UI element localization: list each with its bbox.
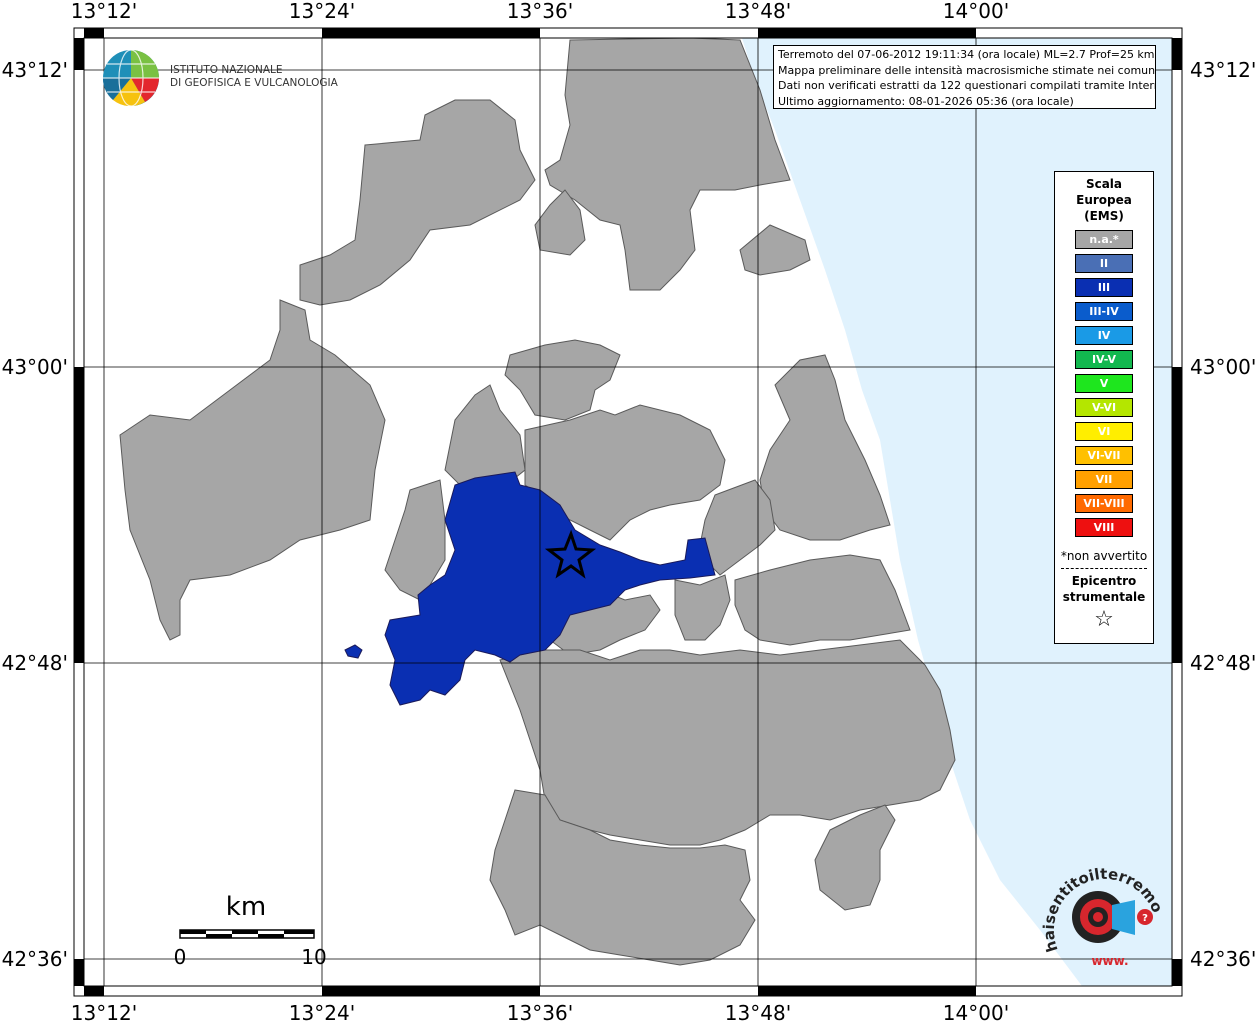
- legend-swatch: III: [1075, 278, 1133, 297]
- event-info-line: Terremoto del 07-06-2012 19:11:34 (ora l…: [778, 48, 1155, 61]
- legend-note: *non avvertito: [1060, 549, 1148, 563]
- lat-label: 43°00': [2, 355, 68, 379]
- scale-end: 10: [301, 945, 326, 969]
- lon-label: 13°24': [289, 1001, 355, 1024]
- legend-title: Scala Europea (EMS): [1076, 177, 1132, 223]
- lat-label: 42°36': [2, 947, 68, 971]
- lon-label: 13°24': [289, 0, 355, 23]
- legend-swatch: V: [1075, 374, 1133, 393]
- lat-label: 43°12': [1190, 58, 1256, 82]
- bottom-longitude-labels: 13°12' 13°24' 13°36' 13°48' 14°00': [71, 1001, 1009, 1024]
- legend-swatch: VIII: [1075, 518, 1133, 537]
- lat-label: 42°36': [1190, 947, 1256, 971]
- legend-swatch: VII-VIII: [1075, 494, 1133, 513]
- lon-label: 13°48': [725, 0, 791, 23]
- right-latitude-labels: 43°12' 43°00' 42°48' 42°36': [1190, 58, 1256, 971]
- municipality-region: [739, 224, 811, 276]
- scale-start: 0: [174, 945, 187, 969]
- lon-label: 13°36': [507, 0, 573, 23]
- legend-swatch: IV-V: [1075, 350, 1133, 369]
- legend-swatch: n.a.*: [1075, 230, 1133, 249]
- lon-label: 14°00': [943, 1001, 1009, 1024]
- legend-epicenter-title: Epicentro strumentale: [1062, 574, 1146, 604]
- municipality-region: [814, 804, 896, 911]
- municipality-region: [299, 99, 536, 306]
- scale-unit: km: [226, 892, 266, 922]
- legend-swatch: VII: [1075, 470, 1133, 489]
- epicenter-star-icon: ☆: [1094, 607, 1114, 632]
- svg-text:?: ?: [1142, 913, 1148, 924]
- lon-label: 13°12': [71, 0, 137, 23]
- lon-label: 13°12': [71, 1001, 137, 1024]
- intensity-III-region: [344, 644, 363, 659]
- legend-swatch: VI-VII: [1075, 446, 1133, 465]
- top-longitude-labels: 13°12' 13°24' 13°36' 13°48' 14°00': [71, 0, 1009, 23]
- lat-label: 43°12': [2, 58, 68, 82]
- lon-label: 14°00': [943, 0, 1009, 23]
- event-info-line: Ultimo aggiornamento: 08-01-2026 05:36 (…: [778, 94, 1074, 108]
- legend-swatch: VI: [1075, 422, 1133, 441]
- logo-url-text: www.: [1091, 954, 1128, 968]
- municipality-region: [119, 299, 386, 641]
- lon-label: 13°48': [725, 1001, 791, 1024]
- legend-swatch: II: [1075, 254, 1133, 273]
- municipality-region: [674, 574, 731, 641]
- event-info-line: Mappa preliminare delle intensità macros…: [778, 63, 1156, 77]
- left-latitude-labels: 43°12' 43°00' 42°48' 42°36': [2, 58, 68, 971]
- ems-legend: Scala Europea (EMS) n.a.* II III III-IV IV IV…: [1054, 171, 1154, 644]
- legend-swatch: III-IV: [1075, 302, 1133, 321]
- legend-items: n.a.* II III III-IV IV IV-V V V-VI VI VI-VII VII VI…: [1055, 230, 1153, 537]
- lat-label: 43°00': [1190, 355, 1256, 379]
- lat-label: 42°48': [1190, 651, 1256, 675]
- legend-swatch: IV: [1075, 326, 1133, 345]
- municipality-region: [504, 339, 621, 421]
- lat-label: 42°48': [2, 651, 68, 675]
- institute-name: ISTITUTO NAZIONALE DI GEOFISICA E VULCAN…: [170, 64, 338, 89]
- scale-bar: km 0 10: [174, 892, 327, 969]
- event-info-box: Terremoto del 07-06-2012 19:11:34 (ora l…: [773, 45, 1156, 109]
- event-info-line: Dati non verificati estratti da 122 ques…: [778, 79, 1156, 92]
- haisentitoilterremoto-logo: haisentitoilterremoto.it ? www.: [1040, 855, 1166, 968]
- legend-separator: [1061, 568, 1147, 569]
- lon-label: 13°36': [507, 1001, 573, 1024]
- municipality-region: [444, 384, 526, 486]
- legend-swatch: V-VI: [1075, 398, 1133, 417]
- municipality-region: [734, 554, 911, 646]
